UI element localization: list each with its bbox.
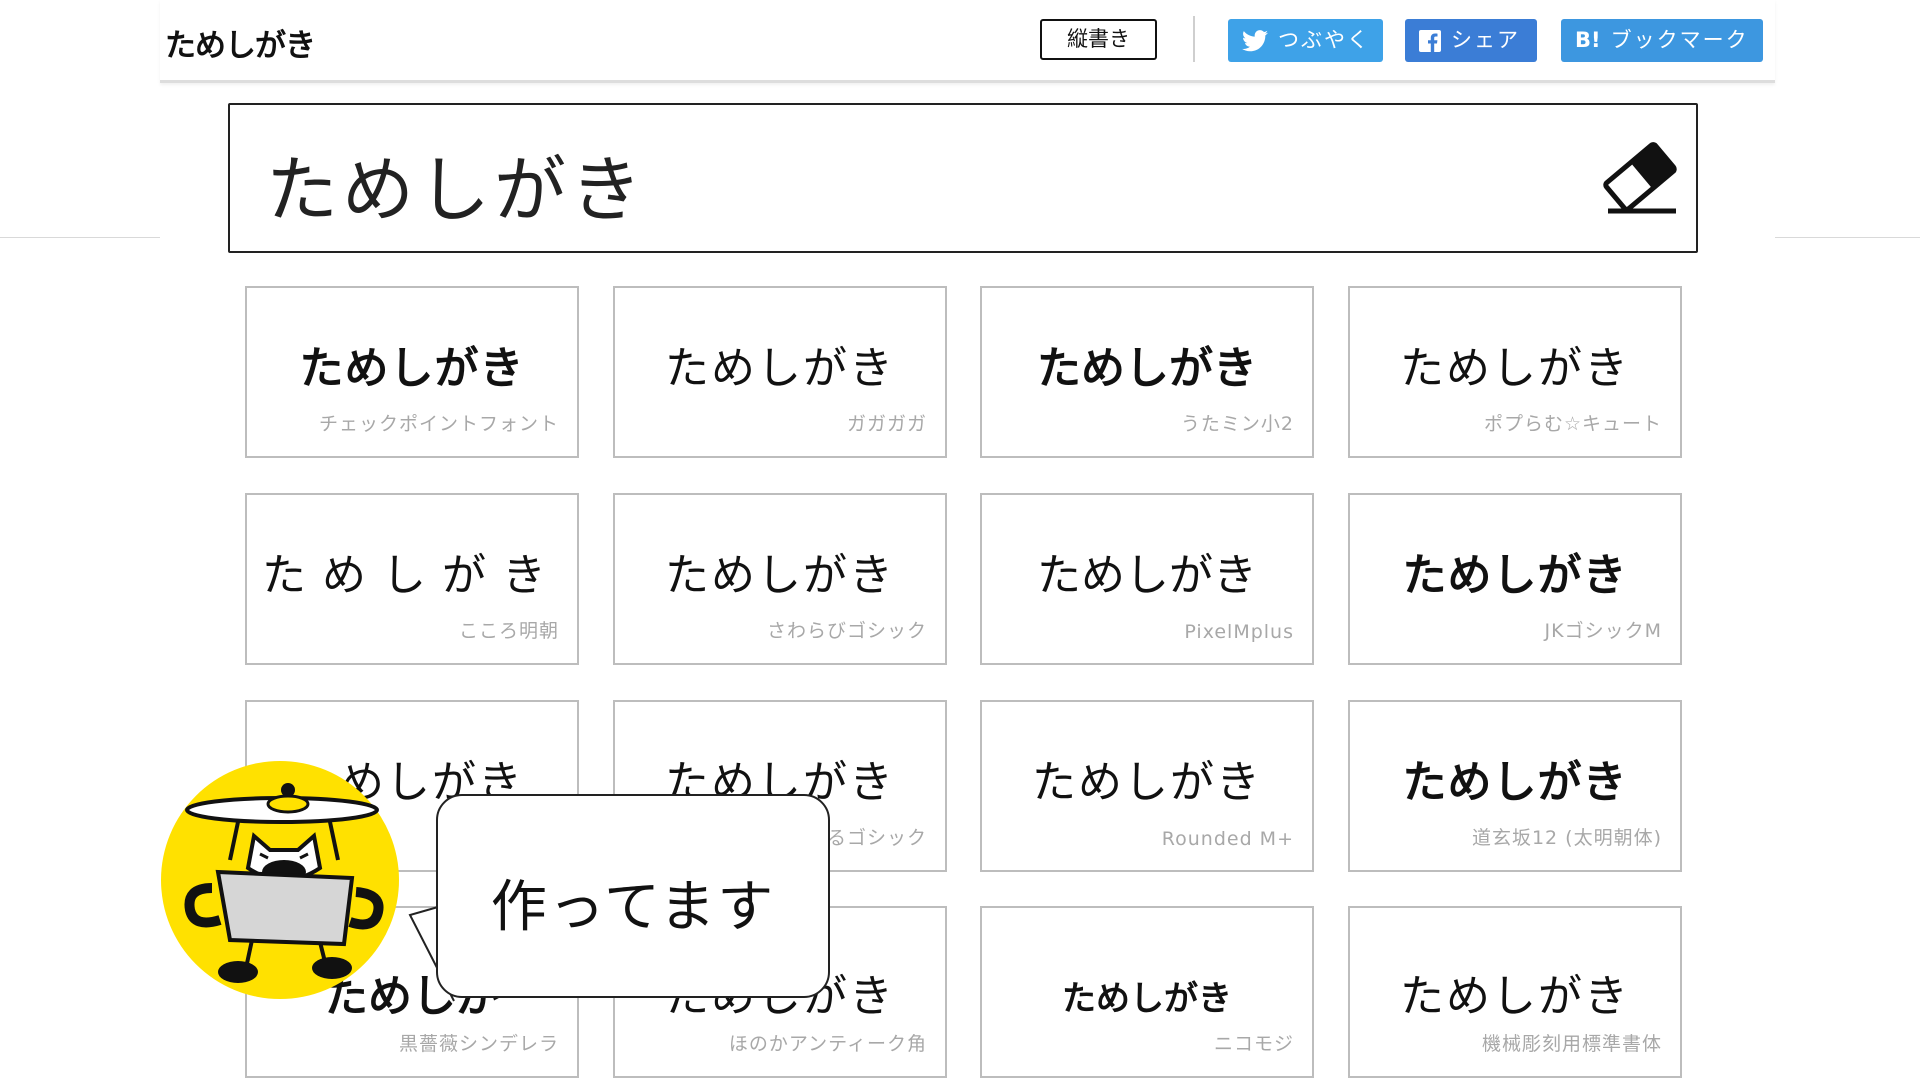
- tweet-label: つぶやく: [1278, 28, 1370, 52]
- facebook-icon: [1419, 29, 1441, 52]
- divider-line-left: [0, 237, 160, 238]
- sample-text-value[interactable]: ためしがき: [266, 131, 646, 236]
- font-name: こころ明朝: [458, 620, 559, 642]
- font-name: ニコモジ: [1213, 1033, 1294, 1055]
- font-name: ガガガガ: [846, 413, 927, 435]
- font-card[interactable]: ためしがき Rounded M+: [980, 700, 1314, 872]
- font-name: さわらびゴシック: [766, 620, 927, 642]
- font-sample: ためしがき: [1037, 343, 1257, 394]
- site-logo[interactable]: ためしがき: [165, 20, 316, 65]
- facebook-share-button[interactable]: シェア: [1405, 19, 1537, 62]
- under-construction-message: 作ってます: [490, 875, 776, 940]
- font-sample: ためしがき: [1032, 757, 1262, 808]
- speech-bubble: 作ってます: [436, 794, 830, 998]
- eraser-icon[interactable]: [1596, 141, 1680, 221]
- font-card[interactable]: ためしがき 道玄坂12 (太明朝体): [1348, 700, 1682, 872]
- font-card[interactable]: ためしがき うたミン小2: [980, 286, 1314, 458]
- font-name: JKゴシックM: [1544, 620, 1662, 642]
- font-card[interactable]: ためしがき こころ明朝: [245, 493, 579, 665]
- font-card[interactable]: ためしがき JKゴシックM: [1348, 493, 1682, 665]
- hatena-label: ブックマーク: [1610, 28, 1749, 52]
- font-card[interactable]: ためしがき ポプらむ☆キュート: [1348, 286, 1682, 458]
- site-header: ためしがき 縦書き つぶやく シェア B! ブックマーク: [160, 0, 1775, 83]
- font-name: PixelMplus: [1184, 621, 1294, 643]
- font-sample: ためしがき: [1400, 343, 1630, 394]
- font-name: 黒薔薇シンデレラ: [398, 1033, 559, 1055]
- font-name: Rounded M+: [1161, 828, 1294, 850]
- cat-mascot-icon: [160, 760, 400, 1000]
- font-sample: ためしがき: [1062, 979, 1232, 1019]
- hatena-b-icon: B!: [1575, 28, 1601, 52]
- font-card[interactable]: ためしがき ガガガガ: [613, 286, 947, 458]
- tweet-button[interactable]: つぶやく: [1228, 19, 1383, 62]
- font-sample: ためしがき: [1402, 550, 1628, 601]
- font-card[interactable]: ためしがき 機械彫刻用標準書体: [1348, 906, 1682, 1078]
- font-sample: ためしがき: [1402, 757, 1628, 808]
- font-name: 機械彫刻用標準書体: [1481, 1033, 1662, 1055]
- font-sample: ためしがき: [665, 550, 895, 601]
- font-name: ほのかアンティーク角: [728, 1033, 927, 1055]
- font-name: チェックポイントフォント: [318, 413, 559, 435]
- vertical-writing-button[interactable]: 縦書き: [1040, 19, 1157, 60]
- font-name: るゴシック: [826, 827, 927, 849]
- header-divider: [1193, 16, 1195, 62]
- sample-text-input[interactable]: ためしがき: [228, 103, 1698, 253]
- facebook-label: シェア: [1451, 28, 1520, 52]
- font-sample: ためしがき: [665, 343, 895, 394]
- font-card[interactable]: ためしがき チェックポイントフォント: [245, 286, 579, 458]
- font-card[interactable]: ためしがき ニコモジ: [980, 906, 1314, 1078]
- twitter-bird-icon: [1242, 29, 1268, 51]
- font-name: ポプらむ☆キュート: [1483, 413, 1662, 435]
- font-card[interactable]: ためしがき PixelMplus: [980, 493, 1314, 665]
- divider-line-right: [1775, 237, 1920, 238]
- font-sample: ためしがき: [262, 550, 562, 601]
- font-sample: ためしがき: [299, 343, 525, 394]
- font-sample: ためしがき: [1037, 550, 1257, 601]
- font-card[interactable]: ためしがき さわらびゴシック: [613, 493, 947, 665]
- font-name: うたミン小2: [1180, 413, 1294, 435]
- font-name: 道玄坂12 (太明朝体): [1471, 827, 1662, 849]
- hatena-bookmark-button[interactable]: B! ブックマーク: [1561, 19, 1763, 62]
- font-sample: ためしがき: [1400, 971, 1630, 1022]
